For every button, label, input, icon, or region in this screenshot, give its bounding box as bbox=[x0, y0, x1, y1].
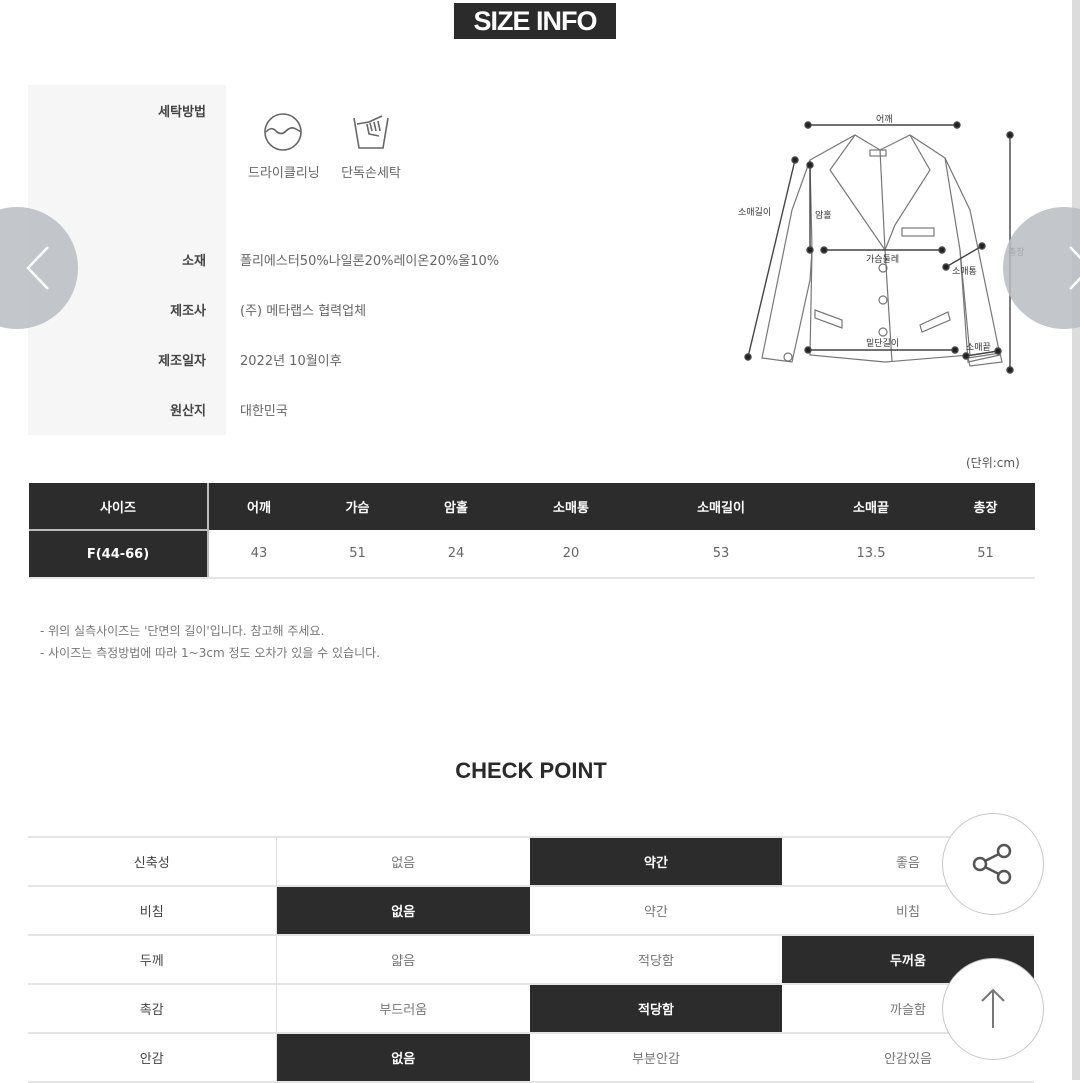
size-cell: F(44-66) bbox=[29, 529, 209, 579]
share-icon bbox=[972, 843, 1012, 885]
check-point-label: 촉감 bbox=[28, 983, 277, 1034]
header-total-length: 총장 bbox=[936, 483, 1035, 530]
header-shoulder: 어깨 bbox=[208, 483, 309, 530]
diagram-label-armhole: 암홀 bbox=[815, 211, 832, 221]
sleeve-length-cell: 53 bbox=[636, 530, 806, 579]
header-sleeve-length: 소매길이 bbox=[636, 483, 806, 530]
header-sleeve-cuff: 소매끝 bbox=[806, 483, 936, 530]
size-notes: - 위의 실측사이즈는 '단면의 길이'입니다. 참고해 주세요. - 사이즈는… bbox=[40, 620, 380, 664]
check-point-option-selected: 적당함 bbox=[530, 983, 782, 1034]
armhole-cell: 24 bbox=[406, 530, 506, 579]
wash-method-caption: 드라이클리닝 bbox=[248, 166, 320, 181]
diagram-label-sleeve-cuff: 소매끝 bbox=[966, 343, 991, 353]
header-armhole: 암홀 bbox=[406, 483, 506, 530]
table-row: F(44-66) 43 51 24 20 53 13.5 51 bbox=[29, 529, 1035, 579]
check-point-label: 신축성 bbox=[28, 836, 277, 887]
share-button[interactable] bbox=[942, 813, 1044, 915]
size-note: - 위의 실측사이즈는 '단면의 길이'입니다. 참고해 주세요. bbox=[40, 624, 325, 638]
check-point-option: 부분안감 bbox=[530, 1032, 782, 1083]
page-title: SIZE INFO bbox=[454, 3, 616, 39]
total-length-cell: 51 bbox=[936, 530, 1035, 579]
wash-method-caption: 단독손세탁 bbox=[341, 166, 401, 181]
check-point-label: 두께 bbox=[28, 934, 277, 985]
header-sleeve-width: 소매통 bbox=[506, 483, 636, 530]
dry-clean-icon bbox=[264, 113, 302, 151]
check-point-row: 신축성 없음 약간 좋음 bbox=[28, 836, 1034, 887]
chevron-right-icon bbox=[1069, 246, 1080, 290]
wash-method-hand-wash: 단독손세탁 bbox=[336, 112, 406, 181]
chest-cell: 51 bbox=[309, 530, 406, 579]
size-table: 사이즈 어깨 가슴 암홀 소매통 소매길이 소매끝 총장 F(44-66) 43… bbox=[29, 483, 1035, 579]
check-point-label: 안감 bbox=[28, 1032, 277, 1083]
size-table-header-row: 사이즈 어깨 가슴 암홀 소매통 소매길이 소매끝 총장 bbox=[29, 483, 1035, 530]
diagram-label-sleeve-width: 소매통 bbox=[952, 267, 977, 277]
jacket-measurement-diagram: 어깨 소매길이 암홀 가슴둘레 소매통 밑단길이 소매끝 총장 bbox=[730, 100, 1040, 390]
check-point-label: 비침 bbox=[28, 885, 277, 936]
header-chest: 가슴 bbox=[309, 483, 406, 530]
diagram-label-shoulder: 어깨 bbox=[876, 115, 893, 125]
check-point-row: 촉감 부드러움 적당함 까슬함 bbox=[28, 983, 1034, 1034]
manufacture-date-value: 2022년 10월이후 bbox=[240, 354, 342, 369]
manufacture-date-label: 제조일자 bbox=[158, 354, 206, 369]
check-point-option-selected: 약간 bbox=[530, 836, 782, 887]
chevron-left-icon bbox=[26, 246, 49, 290]
manufacturer-label: 제조사 bbox=[170, 304, 206, 319]
header-size: 사이즈 bbox=[29, 483, 209, 530]
check-point-option-selected: 없음 bbox=[276, 885, 530, 936]
wash-method-label: 세탁방법 bbox=[158, 105, 206, 120]
scrollbar-track[interactable] bbox=[1072, 0, 1080, 1080]
material-label: 소재 bbox=[182, 254, 206, 269]
check-point-option: 없음 bbox=[276, 836, 530, 887]
sleeve-width-cell: 20 bbox=[506, 530, 636, 579]
check-point-option: 얇음 bbox=[276, 934, 530, 985]
arrow-up-icon bbox=[981, 988, 1005, 1028]
check-point-option: 약간 bbox=[530, 885, 782, 936]
shoulder-cell: 43 bbox=[208, 530, 309, 579]
check-point-row: 안감 없음 부분안감 안감있음 bbox=[28, 1032, 1034, 1083]
check-point-option: 적당함 bbox=[530, 934, 782, 985]
origin-value: 대한민국 bbox=[240, 404, 288, 419]
check-point-option: 부드러움 bbox=[276, 983, 530, 1034]
diagram-label-chest: 가슴둘레 bbox=[866, 255, 900, 265]
check-point-option-selected: 없음 bbox=[276, 1032, 530, 1083]
size-note: - 사이즈는 측정방법에 따라 1~3cm 정도 오차가 있을 수 있습니다. bbox=[40, 646, 381, 660]
manufacturer-value: (주) 메타랩스 협력업체 bbox=[240, 304, 367, 319]
diagram-label-sleeve-length: 소매길이 bbox=[738, 208, 772, 218]
scroll-to-top-button[interactable] bbox=[942, 958, 1044, 1060]
check-point-title: CHECK POINT bbox=[455, 758, 607, 783]
material-value: 폴리에스터50%나일론20%레이온20%울10% bbox=[240, 254, 500, 269]
unit-label: (단위:cm) bbox=[966, 456, 1020, 470]
hand-wash-icon bbox=[353, 115, 389, 149]
check-point-row: 두께 얇음 적당함 두꺼움 bbox=[28, 934, 1034, 985]
check-point-row: 비침 없음 약간 비침 bbox=[28, 885, 1034, 936]
sleeve-cuff-cell: 13.5 bbox=[806, 530, 936, 579]
wash-method-dry-clean: 드라이클리닝 bbox=[248, 112, 320, 181]
diagram-label-hem: 밑단길이 bbox=[866, 339, 900, 349]
origin-label: 원산지 bbox=[170, 404, 206, 419]
check-point-table: 신축성 없음 약간 좋음 비침 없음 약간 비침 두께 얇음 적당함 두꺼움 촉감 부드러움 적당함 까슬함 안… bbox=[28, 836, 1034, 1083]
